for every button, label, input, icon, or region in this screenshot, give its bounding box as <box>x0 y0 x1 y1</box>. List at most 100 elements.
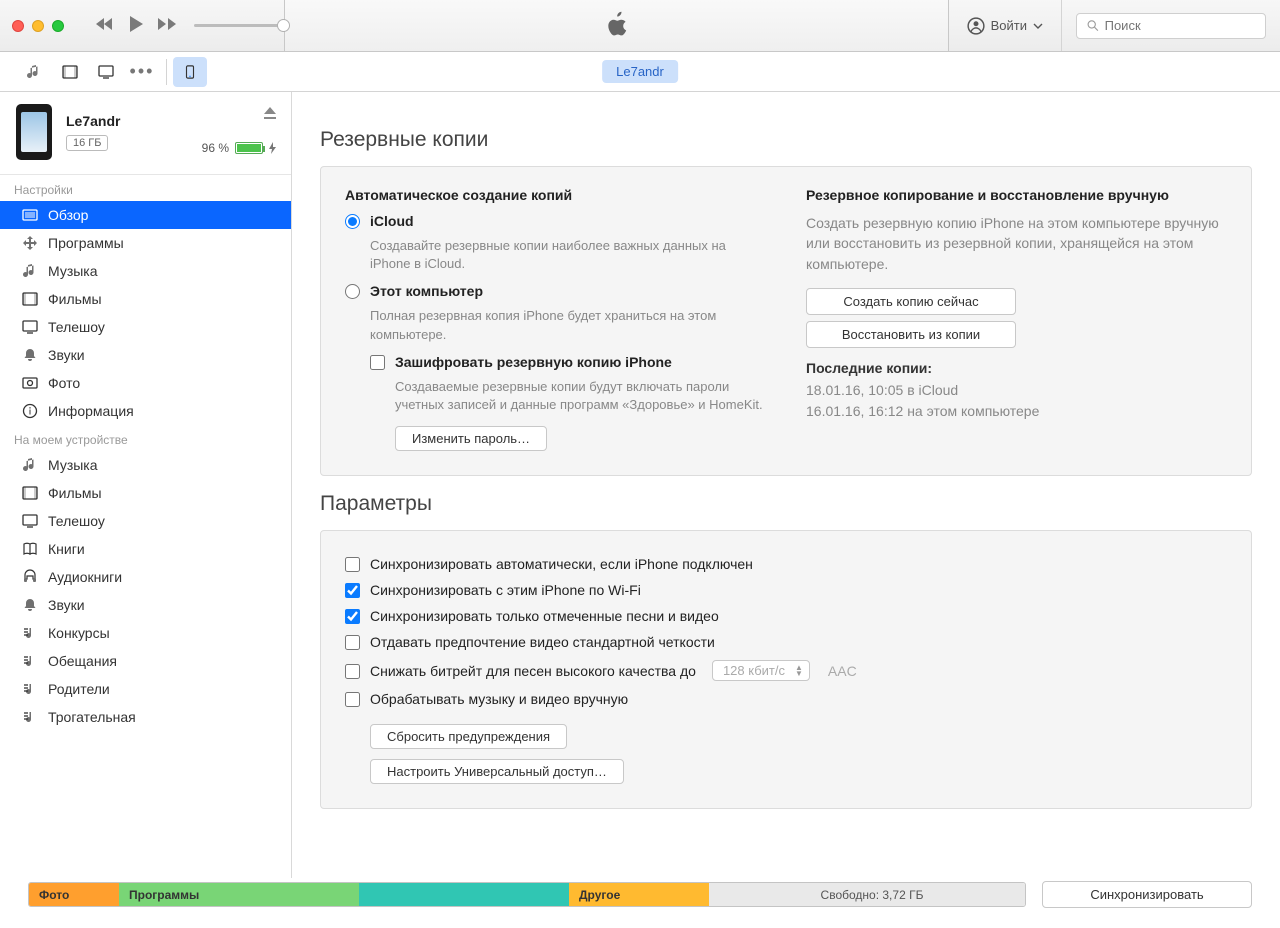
bell-icon <box>22 597 38 613</box>
encrypt-backup-label: Зашифровать резервную копию iPhone <box>395 354 672 370</box>
sidebar-settings-item-tv-4[interactable]: Телешоу <box>0 313 291 341</box>
latest-backup-2: 16.01.16, 16:12 на этом компьютере <box>806 401 1227 422</box>
search-input[interactable] <box>1105 18 1251 33</box>
titlebar: Войти <box>0 0 1280 52</box>
change-password-button[interactable]: Изменить пароль… <box>395 426 547 451</box>
sidebar-ondevice-item-audiobooks-4[interactable]: Аудиокниги <box>0 563 291 591</box>
sidebar-ondevice-item-movies-1[interactable]: Фильмы <box>0 479 291 507</box>
sidebar-settings-item-music-2[interactable]: Музыка <box>0 257 291 285</box>
sidebar-ondevice-item-playlist-6[interactable]: Конкурсы <box>0 619 291 647</box>
sidebar-item-label: Конкурсы <box>48 625 110 641</box>
music-library-tab[interactable] <box>16 59 52 85</box>
sidebar-item-label: Трогательная <box>48 709 136 725</box>
sidebar-ondevice-item-playlist-7[interactable]: Обещания <box>0 647 291 675</box>
sidebar-item-label: Музыка <box>48 457 98 473</box>
battery-percent-label: 96 % <box>202 141 229 155</box>
sidebar-ondevice-item-books-3[interactable]: Книги <box>0 535 291 563</box>
storage-seg-teal <box>359 883 569 906</box>
bitrate-select[interactable]: 128 кбит/с ▲▼ <box>712 660 810 681</box>
minimize-window-button[interactable] <box>32 20 44 32</box>
sidebar-ondevice-item-playlist-9[interactable]: Трогательная <box>0 703 291 731</box>
divider <box>166 59 167 85</box>
autosync-checkbox[interactable] <box>345 557 360 572</box>
photo-icon <box>22 375 38 391</box>
sidebar-settings-item-bell-5[interactable]: Звуки <box>0 341 291 369</box>
icloud-backup-desc: Создавайте резервные копии наиболее важн… <box>370 237 766 273</box>
sidebar-item-label: Обзор <box>48 207 88 223</box>
tv-library-tab[interactable] <box>88 59 124 85</box>
device-tab[interactable] <box>173 57 207 87</box>
storage-seg-other: Другое <box>569 883 709 906</box>
playlist-icon <box>22 709 38 725</box>
backups-section-title: Резервные копии <box>320 128 1252 152</box>
sidebar-settings-item-apps-1[interactable]: Программы <box>0 229 291 257</box>
manual-backup-desc: Создать резервную копию iPhone на этом к… <box>806 213 1227 274</box>
storage-seg-apps: Программы <box>119 883 359 906</box>
manual-manage-checkbox[interactable] <box>345 692 360 707</box>
wifi-sync-checkbox[interactable] <box>345 583 360 598</box>
icloud-backup-radio[interactable] <box>345 214 360 229</box>
play-button[interactable] <box>128 15 144 36</box>
sidebar-item-label: Звуки <box>48 347 85 363</box>
manual-manage-label: Обрабатывать музыку и видео вручную <box>370 691 628 707</box>
now-playing-display <box>284 0 949 51</box>
movies-library-tab[interactable] <box>52 59 88 85</box>
encrypt-backup-checkbox[interactable] <box>370 355 385 370</box>
playlist-icon <box>22 681 38 697</box>
maximize-window-button[interactable] <box>52 20 64 32</box>
next-track-button[interactable] <box>158 17 178 34</box>
apps-icon <box>22 235 38 251</box>
bell-icon <box>22 347 38 363</box>
sidebar-item-label: Родители <box>48 681 110 697</box>
accessibility-button[interactable]: Настроить Универсальный доступ… <box>370 759 624 784</box>
reduce-bitrate-checkbox[interactable] <box>345 664 360 679</box>
sidebar-settings-item-movies-3[interactable]: Фильмы <box>0 285 291 313</box>
latest-backup-1: 18.01.16, 10:05 в iCloud <box>806 380 1227 401</box>
storage-seg-free: Свободно: 3,72 ГБ <box>709 883 1025 906</box>
music-icon <box>22 457 38 473</box>
storage-bar: Фото Программы Другое Свободно: 3,72 ГБ <box>28 882 1026 907</box>
device-name-pill[interactable]: Le7andr <box>602 60 678 83</box>
search-box[interactable] <box>1076 13 1266 39</box>
device-thumbnail-icon <box>16 104 52 160</box>
device-header: Le7andr 16 ГБ 96 % <box>0 92 291 175</box>
sidebar-settings-item-info-7[interactable]: Информация <box>0 397 291 425</box>
audiobooks-icon <box>22 569 38 585</box>
eject-device-button[interactable] <box>263 108 277 123</box>
info-icon <box>22 403 38 419</box>
backups-panel: Автоматическое создание копий iCloud Соз… <box>320 166 1252 476</box>
local-backup-label: Этот компьютер <box>370 283 483 299</box>
sd-video-checkbox[interactable] <box>345 635 360 650</box>
bitrate-value: 128 кбит/с <box>723 663 785 678</box>
reset-warnings-button[interactable]: Сбросить предупреждения <box>370 724 567 749</box>
sidebar-item-label: Музыка <box>48 263 98 279</box>
volume-slider[interactable] <box>194 24 284 27</box>
sync-button[interactable]: Синхронизировать <box>1042 881 1252 908</box>
sidebar-settings-item-overview-0[interactable]: Обзор <box>0 201 291 229</box>
sidebar-item-label: Программы <box>48 235 124 251</box>
sidebar-ondevice-item-tv-2[interactable]: Телешоу <box>0 507 291 535</box>
sidebar-item-label: Аудиокниги <box>48 569 122 585</box>
restore-backup-button[interactable]: Восстановить из копии <box>806 321 1016 348</box>
local-backup-radio[interactable] <box>345 284 360 299</box>
storage-seg-photo: Фото <box>29 883 119 906</box>
sidebar-ondevice-item-playlist-8[interactable]: Родители <box>0 675 291 703</box>
encrypt-backup-desc: Создаваемые резервные копии будут включа… <box>395 378 766 414</box>
sidebar-ondevice-item-music-0[interactable]: Музыка <box>0 451 291 479</box>
apple-logo-icon <box>603 9 629 42</box>
sidebar-item-label: Телешоу <box>48 319 105 335</box>
movies-icon <box>22 485 38 501</box>
prev-track-button[interactable] <box>94 17 114 34</box>
movies-icon <box>22 291 38 307</box>
battery-status: 96 % <box>202 141 277 155</box>
books-icon <box>22 541 38 557</box>
playlist-icon <box>22 653 38 669</box>
backup-now-button[interactable]: Создать копию сейчас <box>806 288 1016 315</box>
sidebar-settings-item-photo-6[interactable]: Фото <box>0 369 291 397</box>
checked-only-checkbox[interactable] <box>345 609 360 624</box>
sidebar-ondevice-item-bell-5[interactable]: Звуки <box>0 591 291 619</box>
account-button[interactable]: Войти <box>949 0 1062 51</box>
more-libraries-button[interactable]: ••• <box>124 59 160 85</box>
charging-icon <box>269 142 277 154</box>
close-window-button[interactable] <box>12 20 24 32</box>
